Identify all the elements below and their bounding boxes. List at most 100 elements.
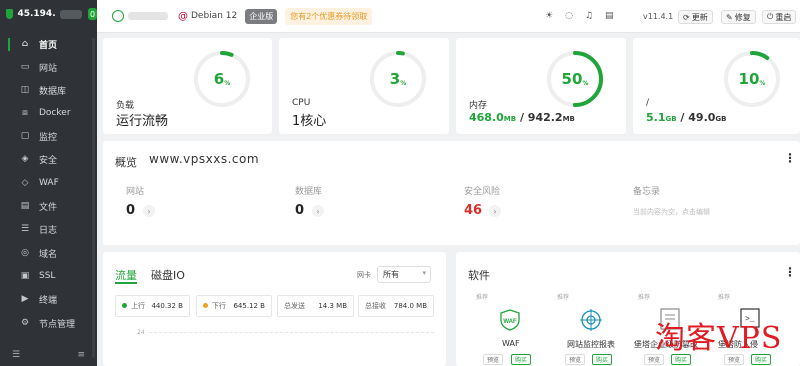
sidebar-item-database[interactable]: ◫ 数据库 xyxy=(0,79,97,101)
user-info[interactable] xyxy=(112,10,168,22)
sidebar-item-home[interactable]: ⌂ 首页 xyxy=(0,33,97,55)
nic-select[interactable]: 所有 ▾ xyxy=(377,266,431,283)
feedback-icon[interactable]: ◌ xyxy=(565,11,573,21)
sidebar-item-terminal[interactable]: ▶ 终端 xyxy=(0,288,97,310)
repair-button[interactable]: ✎ 修复 xyxy=(721,10,756,24)
sidebar-item-files[interactable]: ▤ 文件 xyxy=(0,195,97,217)
memory-percent: 50 xyxy=(561,70,583,88)
memory-value: 468.0MB / 942.2MB xyxy=(469,111,575,124)
recommend-tag: 推荐 xyxy=(557,294,570,301)
overview-risk-value[interactable]: 46 xyxy=(464,203,482,218)
top-bar: @ Debian 12 企业版 您有2个优惠券待领取 ☀ ◌ ♫ ▤ v11.4… xyxy=(97,0,800,33)
server-ip: 45.194. xyxy=(17,9,56,19)
restart-button[interactable]: ⏻ 重启 xyxy=(762,10,797,24)
sidebar-item-label: WAF xyxy=(39,178,59,188)
more-icon[interactable]: ⋮ xyxy=(784,151,796,165)
sidebar-item-label: Docker xyxy=(39,108,71,118)
sidebar: 45.194. 0 ⌂ 首页 ▭ 网站 ◫ 数据库 ⧈ Docker ▢ 监控 … xyxy=(0,0,97,366)
preview-button[interactable]: 预览 xyxy=(483,354,504,365)
sidebar-item-waf[interactable]: ◇ WAF xyxy=(0,172,97,194)
tab-disk-io[interactable]: 磁盘IO xyxy=(151,267,185,283)
overview-title: 概览 xyxy=(115,156,137,169)
memory-gauge: 50% xyxy=(544,48,606,110)
load-card[interactable]: 6% 负载 运行流畅 xyxy=(103,38,272,134)
sidebar-item-label: SSL xyxy=(39,271,56,281)
active-tab-underline xyxy=(115,282,137,284)
download-stat: 下行 645.12 B xyxy=(196,295,272,317)
sidebar-item-label: 节点管理 xyxy=(39,319,76,330)
overview-db-value[interactable]: 0 xyxy=(295,203,304,218)
recommend-tag: 推荐 xyxy=(638,294,651,301)
update-button[interactable]: ⟳ 更新 xyxy=(678,10,713,24)
coupon-banner[interactable]: 您有2个优惠券待领取 xyxy=(285,7,373,25)
update-label: 更新 xyxy=(691,12,708,22)
message-badge[interactable]: 0 xyxy=(88,8,97,20)
nic-label: 网卡 xyxy=(357,271,371,279)
chevron-down-icon: ▾ xyxy=(422,269,426,277)
theme-icon[interactable]: ☀ xyxy=(545,11,553,21)
overview-risk-label: 安全风险 xyxy=(464,187,501,197)
buy-button[interactable]: 购买 xyxy=(592,354,613,365)
recommend-tag: 推荐 xyxy=(476,294,489,301)
ip-redacted xyxy=(59,9,83,19)
disk-value: 5.1GB / 49.0GB xyxy=(646,111,727,124)
edition-badge[interactable]: 企业版 xyxy=(245,8,278,24)
sidebar-item-label: 数据库 xyxy=(39,86,67,97)
avatar xyxy=(112,10,124,22)
memory-card[interactable]: 50% 内存 468.0MB / 942.2MB xyxy=(456,38,626,134)
sidebar-item-label: 网站 xyxy=(39,63,58,74)
overview-sites-value[interactable]: 0 xyxy=(126,203,135,218)
sidebar-item-ssl[interactable]: ▣ SSL xyxy=(0,265,97,287)
wrench-icon: ✎ xyxy=(726,12,733,22)
disk-percent: 10 xyxy=(738,70,760,88)
database-icon: ◫ xyxy=(20,85,30,95)
sidebar-item-nodes[interactable]: ⚙ 节点管理 xyxy=(0,312,97,334)
sidebar-item-website[interactable]: ▭ 网站 xyxy=(0,56,97,78)
folder-icon: ▤ xyxy=(20,201,30,211)
menu-icon[interactable]: ≡ xyxy=(77,350,85,360)
sidebar-item-label: 日志 xyxy=(39,225,58,236)
notes-icon[interactable]: ▤ xyxy=(605,11,614,21)
disk-label: / xyxy=(646,98,650,108)
update-icon: ⟳ xyxy=(683,12,690,22)
sidebar-item-monitor[interactable]: ▢ 监控 xyxy=(0,125,97,147)
software-title: 软件 xyxy=(468,269,490,282)
sidebar-item-label: 文件 xyxy=(39,202,58,213)
overview-db-label: 数据库 xyxy=(295,187,323,197)
disk-card[interactable]: 10% / 5.1GB / 49.0GB xyxy=(633,38,800,134)
power-icon: ⏻ xyxy=(767,12,774,21)
buy-button[interactable]: 购买 xyxy=(511,354,532,365)
sidebar-item-domain[interactable]: ◎ 域名 xyxy=(0,242,97,264)
active-indicator xyxy=(8,38,10,51)
collapse-icon[interactable]: ☰ xyxy=(12,350,20,360)
globe-icon: ◎ xyxy=(21,248,29,258)
shield-icon: ◈ xyxy=(21,154,29,164)
log-icon: ☰ xyxy=(20,224,30,234)
more-icon[interactable]: ⋮ xyxy=(784,265,796,279)
total-recv-stat: 总接收 784.0 MB xyxy=(358,295,434,317)
svg-text:WAF: WAF xyxy=(503,319,517,325)
bell-icon[interactable]: ♫ xyxy=(585,11,593,21)
memo-hint[interactable]: 当前内容为空，点击编辑 xyxy=(633,207,710,217)
chevron-right-icon[interactable]: › xyxy=(143,205,155,217)
top-icons: ☀ ◌ ♫ ▤ xyxy=(545,11,614,21)
watermark: 淘客VPS xyxy=(655,321,783,356)
software-name[interactable]: 网站监控报表 xyxy=(567,339,615,350)
load-value: 运行流畅 xyxy=(116,114,169,129)
sidebar-item-logs[interactable]: ☰ 日志 xyxy=(0,218,97,240)
sidebar-item-docker[interactable]: ⧈ Docker xyxy=(0,102,97,124)
chevron-right-icon[interactable]: › xyxy=(312,205,324,217)
load-gauge: 6% xyxy=(191,48,253,110)
software-name[interactable]: WAF xyxy=(502,339,520,348)
sidebar-item-security[interactable]: ◈ 安全 xyxy=(0,148,97,170)
nic-value: 所有 xyxy=(383,270,399,279)
chevron-right-icon[interactable]: › xyxy=(489,205,501,217)
tab-traffic[interactable]: 流量 xyxy=(115,267,137,283)
username-redacted xyxy=(128,12,168,20)
cpu-card[interactable]: 3% CPU 1核心 xyxy=(279,38,449,134)
server-header[interactable]: 45.194. 0 xyxy=(0,0,97,28)
preview-button[interactable]: 预览 xyxy=(565,354,586,365)
cpu-gauge: 3% xyxy=(367,48,429,110)
cpu-percent: 3 xyxy=(389,70,401,88)
repair-label: 修复 xyxy=(734,12,751,22)
